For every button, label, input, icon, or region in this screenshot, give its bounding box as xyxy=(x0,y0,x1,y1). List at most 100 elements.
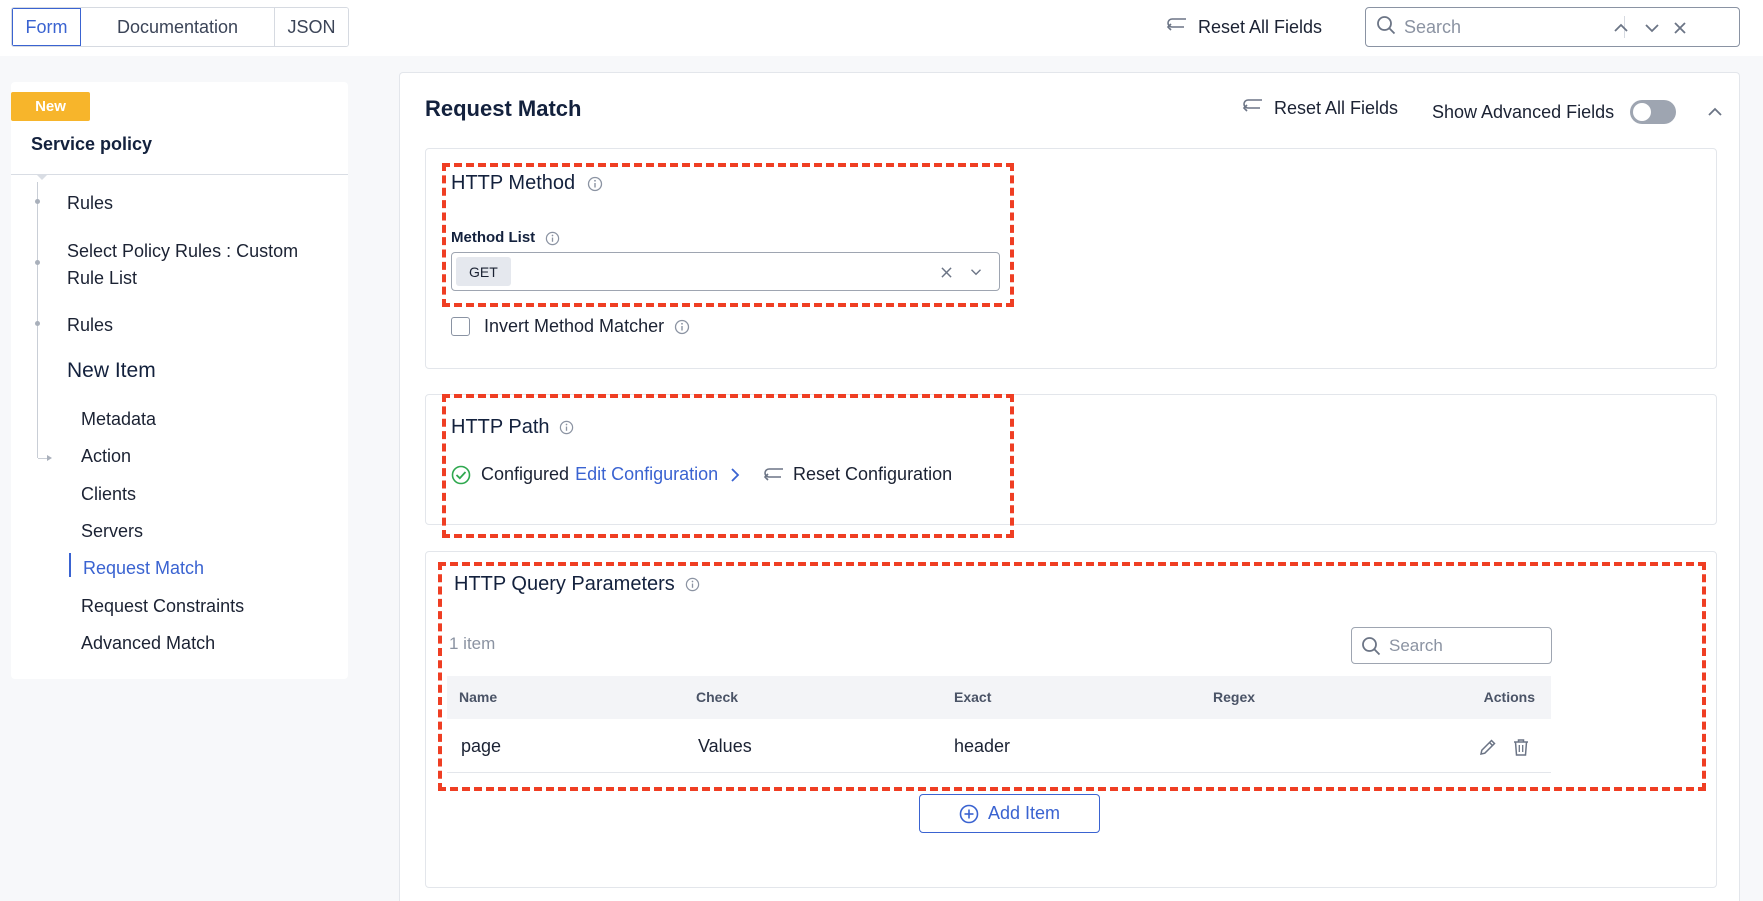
http-path-title: HTTP Path xyxy=(451,416,574,439)
advanced-fields-toggle[interactable] xyxy=(1630,100,1676,124)
sidebar-item-rules[interactable]: Rules xyxy=(67,190,113,217)
top-search-input[interactable] xyxy=(1404,16,1604,38)
tree-dot xyxy=(35,199,40,204)
sidebar-item-metadata[interactable]: Metadata xyxy=(81,409,156,430)
http-path-config-row: Configured Edit Configuration xyxy=(451,464,742,485)
search-icon xyxy=(1376,15,1396,40)
http-query-title-text: HTTP Query Parameters xyxy=(454,573,675,595)
sidebar-item-clients[interactable]: Clients xyxy=(81,484,136,505)
sidebar-item-servers[interactable]: Servers xyxy=(81,521,143,542)
sidebar-item-action[interactable]: Action xyxy=(81,446,131,467)
http-path-card: HTTP Path Configured Edit Configuration … xyxy=(425,394,1717,525)
close-icon xyxy=(940,266,952,278)
edit-row-button[interactable] xyxy=(1476,735,1500,759)
top-reset-all-button[interactable]: Reset All Fields xyxy=(1166,14,1322,40)
http-query-title: HTTP Query Parameters xyxy=(454,573,700,596)
view-tabs: Form Documentation JSON xyxy=(11,7,349,47)
request-match-panel: Request Match Reset All Fields Show Adva… xyxy=(399,72,1740,901)
reset-configuration-button[interactable]: Reset Configuration xyxy=(763,464,952,485)
reset-icon xyxy=(1166,16,1188,39)
invert-method-matcher-label: Invert Method Matcher xyxy=(484,316,665,336)
method-list-label: Method List xyxy=(451,229,560,246)
top-bar: Form Documentation JSON Reset All Fields xyxy=(0,0,1763,56)
reset-all-fields-label: Reset All Fields xyxy=(1274,98,1399,118)
item-count: 1 item xyxy=(449,634,496,653)
column-header-actions: Actions xyxy=(1483,689,1535,705)
search-close-button[interactable] xyxy=(1669,17,1691,39)
table-search-input[interactable] xyxy=(1389,635,1529,656)
chevron-right-icon[interactable] xyxy=(728,467,742,483)
info-icon xyxy=(546,231,560,245)
invert-method-matcher-checkbox[interactable] xyxy=(451,317,470,336)
info-icon xyxy=(587,176,602,191)
method-chip[interactable]: GET xyxy=(456,257,511,286)
table-search-box xyxy=(1351,627,1552,664)
chevron-down-icon xyxy=(971,269,981,276)
info-icon xyxy=(559,421,574,435)
reset-icon xyxy=(1242,97,1264,120)
pencil-icon xyxy=(1480,739,1496,755)
sidebar-divider xyxy=(11,174,348,175)
chevron-down-icon xyxy=(1645,24,1659,33)
cell-exact: header xyxy=(954,736,1011,756)
info-icon xyxy=(674,319,690,334)
edit-configuration-link[interactable]: Edit Configuration xyxy=(575,464,718,485)
tree-dot xyxy=(35,321,40,326)
tree-dot xyxy=(35,260,40,265)
column-header-exact[interactable]: Exact xyxy=(954,689,991,705)
tab-documentation[interactable]: Documentation xyxy=(81,8,275,46)
dropdown-toggle[interactable] xyxy=(966,262,986,282)
sidebar-item-select-policy-rules[interactable]: Select Policy Rules : Custom Rule List xyxy=(67,238,337,292)
http-path-title-text: HTTP Path xyxy=(451,416,550,438)
new-badge: New xyxy=(11,92,90,121)
top-search-box xyxy=(1365,7,1740,47)
cell-name: page xyxy=(461,736,502,756)
tab-json[interactable]: JSON xyxy=(275,8,348,46)
search-icon xyxy=(1362,636,1381,655)
http-query-parameters-card: HTTP Query Parameters 1 item Name Check … xyxy=(425,551,1717,888)
http-method-title-text: HTTP Method xyxy=(451,172,576,194)
reset-icon xyxy=(763,467,783,481)
trash-icon xyxy=(1514,739,1528,756)
configured-status: Configured xyxy=(481,464,570,484)
tab-form[interactable]: Form xyxy=(12,8,81,46)
delete-row-button[interactable] xyxy=(1509,735,1533,759)
http-method-title: HTTP Method xyxy=(451,172,603,195)
chevron-up-icon xyxy=(1708,107,1722,116)
close-icon xyxy=(1674,22,1686,34)
page-title: Request Match xyxy=(425,96,582,121)
sidebar-item-advanced-match[interactable]: Advanced Match xyxy=(81,633,215,654)
check-circle-icon xyxy=(451,465,471,484)
http-method-card: HTTP Method Method List GET Invert Metho… xyxy=(425,148,1717,369)
cell-check: Values xyxy=(698,736,752,756)
method-list-label-text: Method List xyxy=(451,229,536,246)
invert-method-matcher-row: Invert Method Matcher xyxy=(451,316,690,337)
add-item-label: Add Item xyxy=(987,803,1061,823)
add-item-button[interactable]: Add Item xyxy=(919,794,1100,833)
collapse-button[interactable] xyxy=(1704,101,1726,123)
clear-selection-button[interactable] xyxy=(936,262,956,282)
search-prev-button[interactable] xyxy=(1610,17,1632,39)
search-next-button[interactable] xyxy=(1641,17,1663,39)
column-header-regex[interactable]: Regex xyxy=(1213,689,1255,705)
column-header-name[interactable]: Name xyxy=(459,689,497,705)
reset-all-fields-button[interactable]: Reset All Fields xyxy=(1242,97,1398,120)
sidebar: New Service policy Rules Select Policy R… xyxy=(11,82,348,679)
sidebar-notch xyxy=(36,174,48,180)
sidebar-item-request-match[interactable]: Request Match xyxy=(83,558,204,579)
top-reset-all-label: Reset All Fields xyxy=(1198,16,1323,37)
tree-arrow-icon xyxy=(47,455,52,461)
reset-configuration-label: Reset Configuration xyxy=(793,464,953,484)
toggle-knob xyxy=(1633,103,1651,121)
info-icon xyxy=(686,578,700,592)
sidebar-title: Service policy xyxy=(31,134,153,154)
advanced-fields-label: Show Advanced Fields xyxy=(1432,102,1615,122)
chevron-up-icon xyxy=(1614,23,1628,32)
sidebar-item-rules-2[interactable]: Rules xyxy=(67,312,113,339)
column-header-check[interactable]: Check xyxy=(696,689,738,705)
plus-circle-icon xyxy=(959,804,979,823)
table-row[interactable]: page Values header xyxy=(447,719,1551,773)
sidebar-item-new-item[interactable]: New Item xyxy=(67,357,156,384)
method-list-select[interactable]: GET xyxy=(451,252,1000,291)
sidebar-item-request-constraints[interactable]: Request Constraints xyxy=(81,596,244,617)
